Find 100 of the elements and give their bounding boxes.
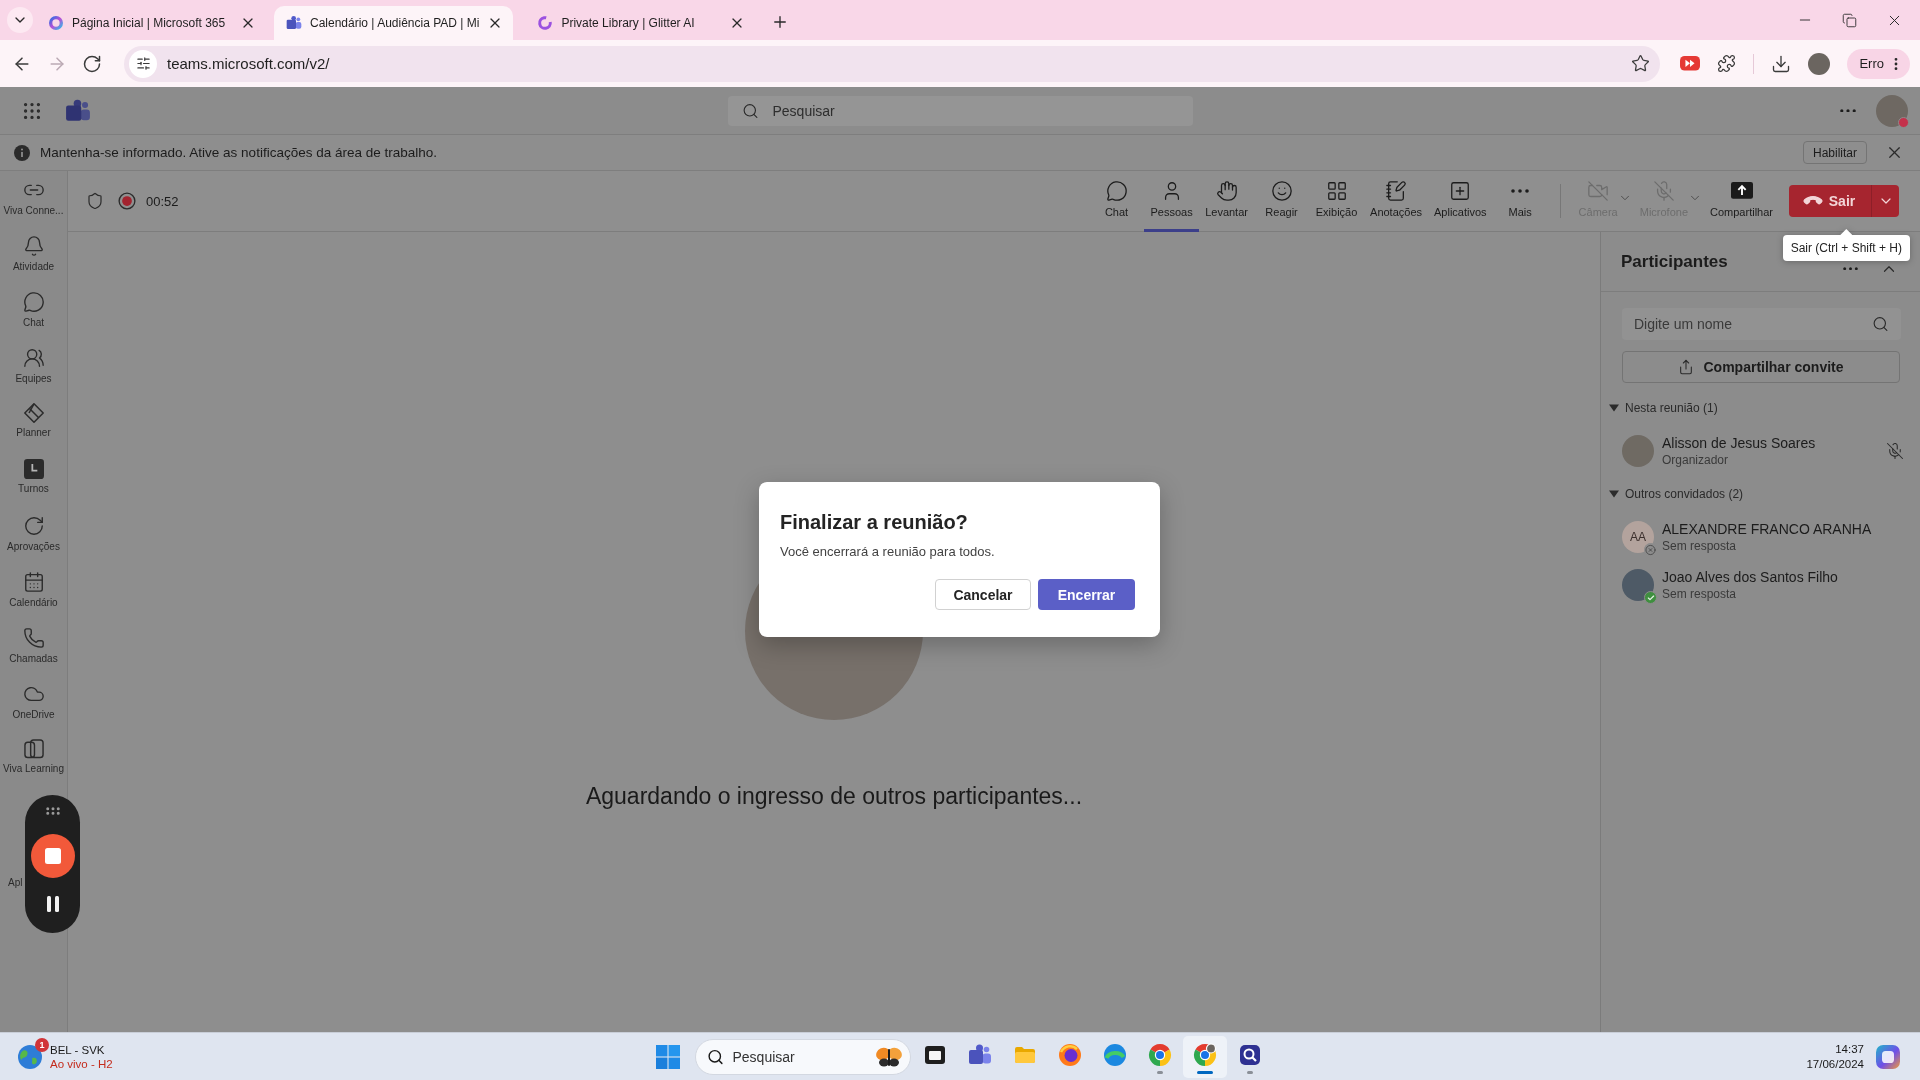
search-icon (706, 1048, 724, 1065)
rail-item[interactable]: Viva Learning (0, 737, 67, 793)
rail-item[interactable]: Calendário (0, 569, 67, 625)
more-icon (1511, 188, 1530, 193)
rail-item[interactable]: Atividade (0, 233, 67, 289)
enable-button[interactable]: Habilitar (1803, 141, 1867, 164)
butterfly-icon (874, 1046, 903, 1067)
browser-tab[interactable]: Private Library | Glitter AI (525, 6, 756, 40)
ring-browser-icon (1147, 1043, 1172, 1067)
windows-logo-icon (655, 1044, 680, 1069)
dialog-title: Finalizar a reunião? (780, 510, 969, 535)
download-icon[interactable] (1771, 53, 1792, 74)
hand-icon (1215, 179, 1238, 202)
tab-search-button[interactable] (7, 7, 33, 33)
diamond-icon (23, 403, 44, 423)
participant-role: Sem resposta (1662, 587, 1738, 601)
toolbar-button[interactable]: Mais (1492, 170, 1548, 232)
participant-name: ALEXANDRE FRANCO ARANHA (1662, 521, 1873, 537)
profile-photo[interactable] (1808, 52, 1831, 75)
search-field[interactable]: Pesquisar (727, 95, 1193, 126)
tooltip: Sair (Ctrl + Shift + H) (1782, 229, 1910, 261)
cancel-button[interactable]: Cancelar (935, 579, 1031, 610)
rail-item[interactable]: Turnos (0, 457, 67, 513)
notification-badge: 1 (35, 1037, 49, 1052)
notepad-icon (1385, 179, 1408, 202)
browser-tab[interactable]: Calendário | Audiência PAD | Mi (274, 6, 514, 40)
more-icon[interactable] (1843, 266, 1858, 271)
browser-tab[interactable]: Página Inicial | Microsoft 365 (36, 6, 266, 40)
news-title: BEL - SVK (50, 1043, 106, 1056)
ring-browser-profile-icon (1192, 1043, 1217, 1067)
share-screen-icon (1730, 182, 1753, 199)
search-field[interactable]: Digite um nome (1622, 308, 1901, 340)
phone-icon (22, 627, 45, 649)
toolbar-button[interactable]: Aplicativos (1428, 170, 1493, 232)
rail-item[interactable]: Chamadas (0, 625, 67, 681)
star-icon[interactable] (1631, 54, 1651, 73)
circular-arrow-icon (22, 515, 45, 537)
participant-name: Joao Alves dos Santos Filho (1662, 569, 1839, 585)
stop-button[interactable] (30, 834, 75, 878)
confirm-button[interactable]: Encerrar (1038, 579, 1135, 610)
panel-title: Participantes (1621, 251, 1729, 272)
people-icon (22, 347, 45, 369)
rail-item[interactable]: Equipes (0, 345, 67, 401)
team-logo-icon (286, 15, 302, 31)
two-cards-icon (23, 739, 44, 759)
toolbar-button[interactable]: Levantar (1199, 170, 1255, 232)
initials-avatar: AA (1622, 521, 1654, 553)
toolbar-button[interactable]: Compartilhar (1704, 170, 1779, 232)
fire-globe-icon (1057, 1043, 1082, 1067)
toolbar-button[interactable]: Reagir (1254, 170, 1310, 232)
wave-circle-icon (1102, 1043, 1127, 1067)
globe-icon[interactable] (18, 1044, 42, 1069)
site-settings-icon[interactable] (129, 49, 157, 78)
share-invite-button[interactable]: Compartilhar convite (1622, 351, 1900, 383)
bell-icon (22, 235, 45, 257)
waiting-message: Aguardando o ingresso de outros participantes... (585, 783, 1083, 810)
rail-item[interactable]: Planner (0, 401, 67, 457)
fast-forward-icon[interactable] (1680, 56, 1701, 71)
rail-item[interactable]: OneDrive (0, 681, 67, 737)
loop-logo-icon (48, 15, 64, 31)
search-icon (1872, 315, 1889, 333)
participant-name: Alisson de Jesus Soares (1662, 435, 1817, 451)
toolbar-button[interactable]: Anotações (1364, 170, 1429, 232)
pause-icon[interactable] (46, 896, 59, 912)
rail-item[interactable]: Chat (0, 289, 67, 345)
address-field[interactable]: teams.microsoft.com/v2/ (124, 45, 1661, 82)
profile-button[interactable]: Erro (1847, 48, 1910, 79)
info-icon (14, 144, 30, 161)
reload-icon[interactable] (82, 53, 102, 74)
chat-bubble-icon (22, 291, 45, 313)
chat-bubble-icon (1105, 179, 1128, 202)
clock-time: 14:37 (1835, 1043, 1864, 1055)
section-toggle[interactable]: Nesta reunião (1) (1609, 396, 1718, 420)
camera-off-icon (1587, 179, 1610, 202)
plus-square-icon (1449, 179, 1472, 202)
app-tile-icon[interactable] (1876, 1044, 1900, 1069)
grid-icon (1325, 179, 1348, 202)
toolbar-button[interactable]: Chat (1089, 170, 1145, 232)
search-field[interactable]: Pesquisar (694, 1038, 911, 1075)
restore-icon[interactable] (1842, 12, 1857, 28)
calendar-icon (22, 571, 45, 593)
stop-icon (44, 848, 61, 864)
notification-text: Mantenha-se informado. Ative as notificações da área de trabalho. (40, 145, 437, 160)
leave-button[interactable]: Sair (1789, 185, 1871, 217)
mic-off-icon (1652, 179, 1675, 202)
clock-tile-icon (23, 459, 44, 479)
rail-label: Apl (8, 877, 23, 888)
team-logo-icon (967, 1043, 992, 1067)
rail-item[interactable]: Aprovações (0, 513, 67, 569)
search-app-icon (1237, 1043, 1262, 1067)
more-icon[interactable] (1840, 108, 1856, 113)
news-subtitle: Ao vivo - H2 (50, 1057, 113, 1070)
section-toggle[interactable]: Outros convidados (2) (1609, 482, 1744, 506)
puzzle-icon[interactable] (1717, 54, 1737, 73)
search-icon (741, 102, 759, 119)
toolbar-button[interactable]: Exibição (1309, 170, 1365, 232)
rail-item[interactable]: Viva Conne... (0, 177, 67, 233)
meeting-timer: 00:52 (146, 193, 179, 209)
leave-options-button[interactable] (1871, 185, 1899, 217)
arc-logo-icon (537, 15, 554, 31)
